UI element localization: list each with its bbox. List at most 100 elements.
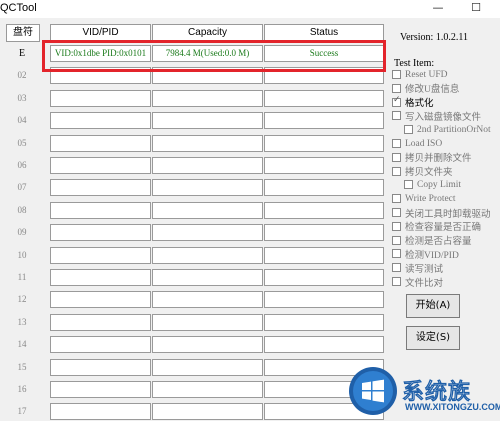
test-option-label: Reset UFD bbox=[405, 69, 448, 80]
test-option[interactable]: 检测是否占容量 bbox=[392, 234, 472, 247]
test-option[interactable]: 拷贝并删除文件 bbox=[392, 151, 472, 164]
drive-label: 07 bbox=[17, 182, 27, 193]
test-option[interactable]: Write Protect bbox=[392, 192, 456, 205]
checkbox-icon[interactable] bbox=[392, 166, 401, 176]
status-cell bbox=[264, 224, 384, 242]
vidpid-cell bbox=[50, 157, 151, 174]
checkbox-icon[interactable] bbox=[404, 125, 413, 135]
drive-label: 11 bbox=[17, 272, 27, 282]
drive-label: 03 bbox=[17, 92, 27, 103]
test-option[interactable]: 关闭工具时卸载驱动 bbox=[392, 206, 491, 220]
vidpid-cell bbox=[50, 313, 151, 331]
status-cell bbox=[264, 246, 384, 264]
title-bar: QCTool — ☐ bbox=[0, 0, 500, 18]
test-option-label: Copy Limit bbox=[417, 179, 462, 190]
vidpid-cell bbox=[50, 89, 151, 107]
checkbox-icon[interactable] bbox=[392, 152, 401, 162]
selection-highlight bbox=[42, 40, 386, 72]
watermark-url: WWW.XITONGZU.COM bbox=[405, 402, 500, 412]
vidpid-cell bbox=[50, 134, 151, 152]
capacity-cell bbox=[152, 112, 263, 130]
drive-label: 02 bbox=[17, 70, 27, 81]
test-option-label: 修改U盘信息 bbox=[405, 85, 460, 96]
test-option-label: 读写测试 bbox=[405, 264, 444, 275]
status-cell bbox=[264, 179, 384, 197]
checkbox-icon[interactable] bbox=[392, 277, 401, 286]
status-cell bbox=[264, 313, 384, 331]
test-option[interactable]: Copy Limit bbox=[404, 178, 461, 191]
status-cell bbox=[264, 269, 384, 286]
test-option[interactable]: 读写测试 bbox=[392, 261, 444, 275]
drive-label: 17 bbox=[17, 406, 27, 417]
capacity-cell bbox=[152, 403, 263, 421]
start-button[interactable]: 开始(A) bbox=[406, 294, 460, 318]
test-option[interactable]: 写入磁盘镜像文件 bbox=[392, 109, 482, 123]
control-panel: Version: 1.0.2.11 Test Item: Reset UFD 修改… bbox=[392, 18, 500, 421]
capacity-cell bbox=[152, 336, 263, 354]
test-option[interactable]: 2nd PartitionOrNot bbox=[404, 123, 491, 136]
test-option-label: 写入磁盘镜像文件 bbox=[405, 112, 482, 123]
capacity-cell bbox=[152, 358, 263, 376]
test-option[interactable]: 检测VID/PID bbox=[392, 247, 459, 261]
vidpid-cell bbox=[50, 381, 151, 398]
drive-label: 12 bbox=[17, 294, 27, 305]
drive-label: 08 bbox=[17, 204, 27, 215]
maximize-button[interactable]: ☐ bbox=[458, 0, 494, 18]
test-option-label: 拷贝并删除文件 bbox=[405, 154, 472, 165]
test-option-label: 格式化 bbox=[405, 99, 434, 110]
checkbox-icon[interactable] bbox=[392, 70, 401, 79]
status-cell bbox=[264, 157, 384, 174]
header-drive: 盘符 bbox=[6, 24, 40, 42]
test-option[interactable]: 修改U盘信息 bbox=[392, 82, 459, 95]
checkbox-icon[interactable] bbox=[392, 249, 401, 259]
drive-grid: 盘符 VID/PID Capacity Status E VID:0x1dbe P… bbox=[0, 18, 390, 421]
drive-label: 10 bbox=[17, 249, 27, 260]
checkbox-icon[interactable] bbox=[392, 208, 401, 217]
test-option[interactable]: 格式化 bbox=[392, 95, 434, 110]
test-option[interactable]: Reset UFD bbox=[392, 68, 448, 81]
test-option-label: Load ISO bbox=[405, 138, 443, 149]
capacity-cell bbox=[152, 224, 263, 242]
drive-label: E bbox=[18, 48, 26, 59]
drive-label: 14 bbox=[17, 339, 27, 350]
status-cell bbox=[264, 201, 384, 219]
capacity-cell bbox=[152, 291, 263, 309]
vidpid-cell bbox=[50, 224, 151, 242]
test-option[interactable]: 文件比对 bbox=[392, 275, 443, 289]
settings-button[interactable]: 设定(S) bbox=[406, 326, 460, 350]
checkbox-icon[interactable] bbox=[404, 180, 413, 190]
test-option-label: Write Protect bbox=[405, 193, 456, 204]
status-cell bbox=[264, 291, 384, 309]
capacity-cell bbox=[152, 381, 263, 398]
checkbox-icon[interactable] bbox=[392, 263, 401, 273]
capacity-cell bbox=[152, 89, 263, 107]
checkbox-icon[interactable] bbox=[392, 111, 401, 121]
capacity-cell bbox=[152, 313, 263, 331]
vidpid-cell bbox=[50, 179, 151, 197]
checkbox-icon[interactable] bbox=[392, 95, 401, 107]
test-option-label: 拷贝文件夹 bbox=[405, 168, 453, 179]
test-option[interactable]: 检查容量是否正确 bbox=[392, 220, 481, 233]
test-option[interactable]: 拷贝文件夹 bbox=[392, 165, 453, 178]
drive-label: 06 bbox=[17, 160, 27, 170]
checkbox-icon[interactable] bbox=[392, 235, 401, 245]
drive-label: 04 bbox=[17, 115, 27, 126]
checkbox-icon[interactable] bbox=[392, 221, 401, 231]
checkbox-icon[interactable] bbox=[392, 194, 401, 204]
test-option-label: 检测是否占容量 bbox=[405, 237, 472, 248]
test-option-label: 关闭工具时卸载驱动 bbox=[405, 209, 491, 220]
vidpid-cell bbox=[50, 112, 151, 130]
status-cell bbox=[264, 89, 384, 107]
test-option-label: 2nd PartitionOrNot bbox=[417, 124, 491, 135]
drive-label: 16 bbox=[17, 384, 27, 394]
capacity-cell bbox=[152, 269, 263, 286]
status-cell bbox=[264, 134, 384, 152]
test-option[interactable]: Load ISO bbox=[392, 137, 442, 150]
drive-label: 15 bbox=[17, 361, 27, 372]
capacity-cell bbox=[152, 179, 263, 197]
drive-label: 13 bbox=[17, 316, 27, 327]
checkbox-icon[interactable] bbox=[392, 139, 401, 148]
version-label: Version: 1.0.2.11 bbox=[400, 32, 468, 43]
minimize-button[interactable]: — bbox=[420, 0, 456, 18]
checkbox-icon[interactable] bbox=[392, 83, 401, 93]
